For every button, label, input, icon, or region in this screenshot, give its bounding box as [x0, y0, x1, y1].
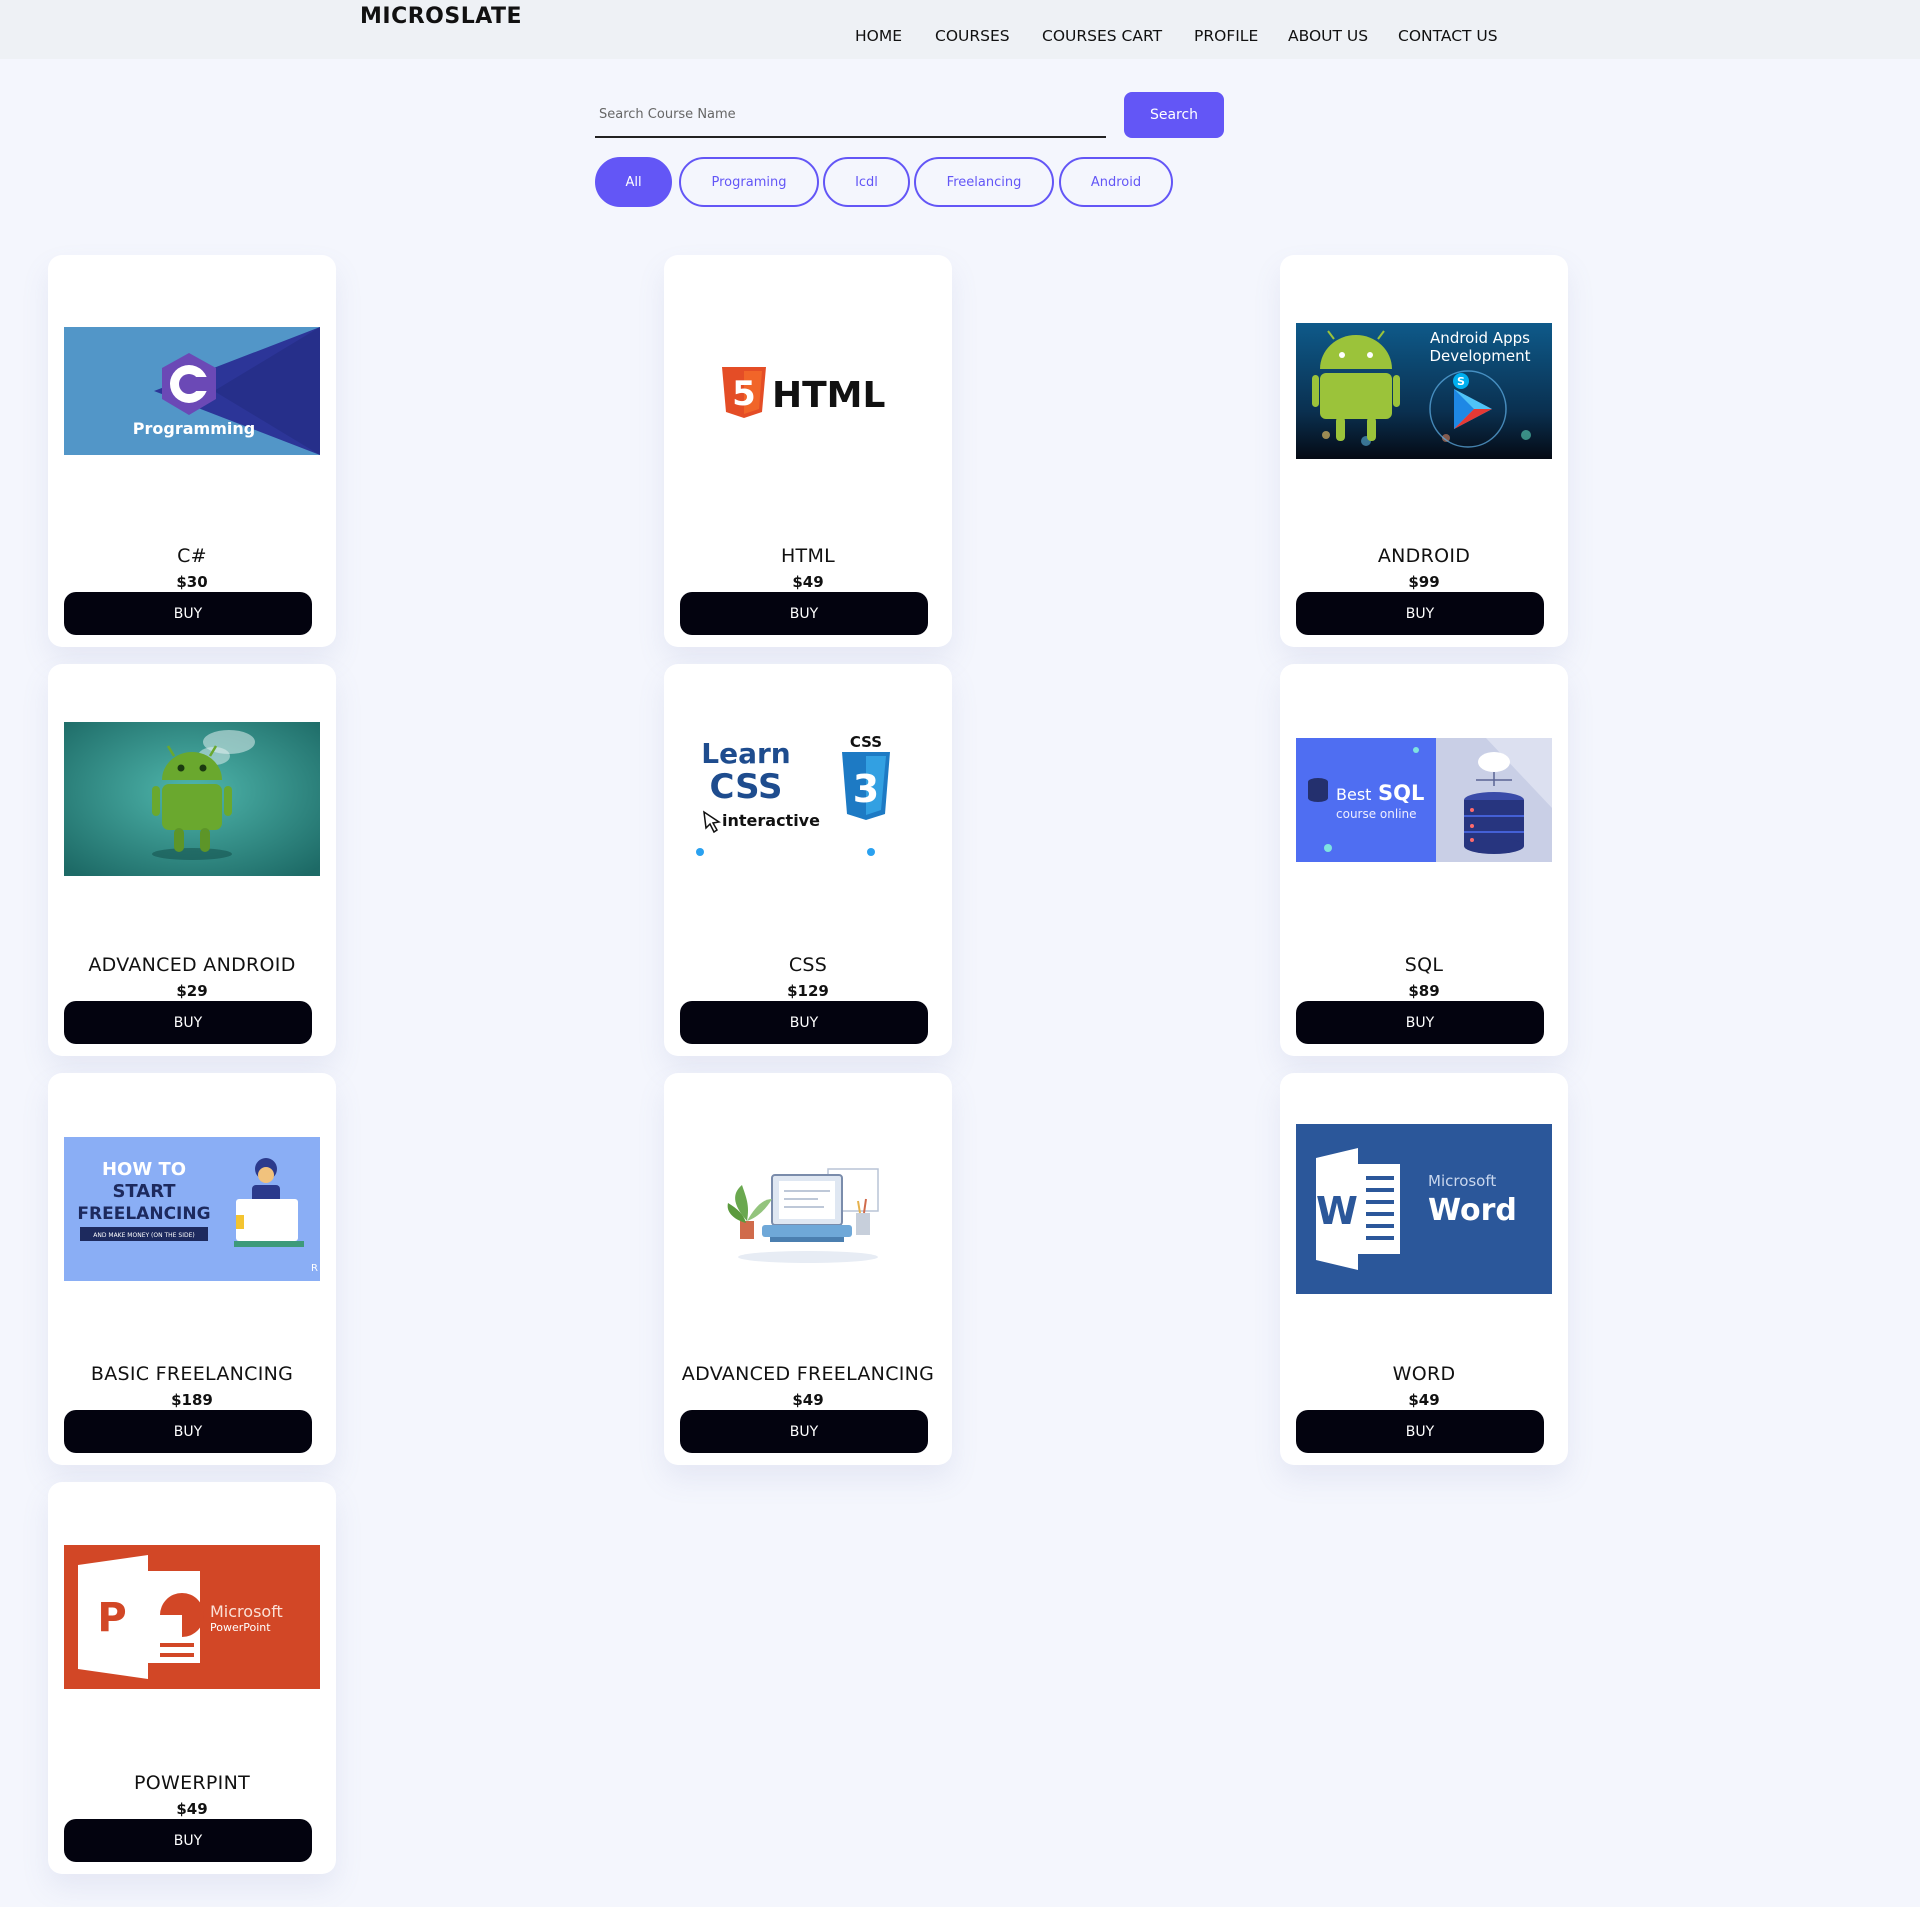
course-card-advanced-freelancing: ADVANCED FREELANCING $49 BUY — [664, 1073, 952, 1465]
course-card-basic-freelancing: HOW TO START FREELANCING AND MAKE MONEY … — [48, 1073, 336, 1465]
svg-text:HTML: HTML — [772, 375, 885, 416]
svg-text:interactive: interactive — [722, 811, 820, 830]
main-nav: HOME COURSES COURSES CART PROFILE ABOUT … — [0, 27, 1920, 49]
android-robot-image — [64, 722, 320, 876]
svg-text:START: START — [112, 1181, 176, 1202]
android-apps-development-image: S Android Apps Development — [1296, 323, 1552, 459]
nav-courses[interactable]: COURSES — [935, 27, 1010, 45]
best-sql-course-image: Best SQL course online — [1296, 738, 1552, 862]
course-price: $49 — [176, 1800, 208, 1818]
course-price: $99 — [1408, 573, 1440, 591]
svg-text:P: P — [97, 1595, 126, 1641]
course-price: $49 — [1408, 1391, 1440, 1409]
svg-text:HOW TO: HOW TO — [102, 1159, 186, 1180]
svg-text:Android Apps: Android Apps — [1430, 329, 1530, 347]
buy-button[interactable]: BUY — [64, 592, 312, 635]
course-title: SQL — [1404, 954, 1444, 976]
course-card-html: 5 HTML HTML $49 BUY — [664, 255, 952, 647]
svg-text:Word: Word — [1428, 1193, 1517, 1228]
svg-text:SQL: SQL — [1378, 781, 1424, 805]
svg-text:PowerPoint: PowerPoint — [210, 1621, 271, 1634]
course-card-sql: Best SQL course online SQL $89 BUY — [1280, 664, 1568, 1056]
microsoft-word-image: W Microsoft Word — [1296, 1124, 1552, 1294]
buy-button[interactable]: BUY — [680, 1410, 928, 1453]
course-price: $49 — [792, 573, 824, 591]
svg-text:S: S — [1457, 375, 1465, 388]
course-price: $89 — [1408, 982, 1440, 1000]
svg-text:Learn: Learn — [701, 737, 790, 770]
course-title: C# — [177, 545, 207, 567]
course-price: $129 — [787, 982, 829, 1000]
laptop-illustration-image — [680, 1145, 936, 1273]
buy-button[interactable]: BUY — [680, 592, 928, 635]
nav-courses-cart[interactable]: COURSES CART — [1042, 27, 1162, 45]
svg-text:Best: Best — [1336, 785, 1371, 804]
nav-home[interactable]: HOME — [855, 27, 902, 45]
svg-text:CSS: CSS — [850, 733, 882, 751]
filter-programing[interactable]: Programing — [679, 157, 819, 207]
buy-button[interactable]: BUY — [64, 1410, 312, 1453]
search-button[interactable]: Search — [1124, 92, 1224, 138]
course-title: ADVANCED ANDROID — [88, 954, 296, 976]
course-title: WORD — [1392, 1363, 1456, 1385]
svg-text:CSS: CSS — [709, 767, 782, 807]
svg-text:course online: course online — [1336, 807, 1417, 821]
course-card-csharp: Programming C# $30 BUY — [48, 255, 336, 647]
course-card-word: W Microsoft Word WORD $49 BUY — [1280, 1073, 1568, 1465]
course-card-advanced-android: ADVANCED ANDROID $29 BUY — [48, 664, 336, 1056]
microsoft-powerpoint-image: P Microsoft PowerPoint — [64, 1545, 320, 1689]
buy-button[interactable]: BUY — [1296, 592, 1544, 635]
svg-text:Development: Development — [1430, 347, 1531, 365]
svg-text:W: W — [1316, 1189, 1358, 1233]
course-title: ADVANCED FREELANCING — [681, 1363, 935, 1385]
buy-button[interactable]: BUY — [64, 1001, 312, 1044]
nav-profile[interactable]: PROFILE — [1194, 27, 1258, 45]
svg-text:R: R — [311, 1263, 318, 1274]
filter-android[interactable]: Android — [1059, 157, 1173, 207]
svg-text:Microsoft: Microsoft — [210, 1602, 283, 1621]
top-header: MICROSLATE HOME COURSES COURSES CART PRO… — [0, 0, 1920, 59]
csharp-programming-image: Programming — [64, 327, 320, 455]
brand-logo[interactable]: MICROSLATE — [360, 4, 522, 29]
buy-button[interactable]: BUY — [1296, 1410, 1544, 1453]
course-price: $29 — [176, 982, 208, 1000]
html5-logo-image: 5 HTML — [680, 327, 936, 455]
course-title: POWERPINT — [134, 1772, 250, 1794]
course-card-android: S Android Apps Development ANDROID $99 B… — [1280, 255, 1568, 647]
course-card-css: Learn CSS interactive CSS 3 CSS $129 BUY — [664, 664, 952, 1056]
course-price: $30 — [176, 573, 208, 591]
svg-text:3: 3 — [853, 767, 879, 811]
search-input[interactable] — [595, 92, 1106, 138]
nav-contact-us[interactable]: CONTACT US — [1398, 27, 1498, 45]
filter-icdl[interactable]: Icdl — [823, 157, 910, 207]
svg-text:Programming: Programming — [133, 419, 255, 438]
course-price: $189 — [171, 1391, 213, 1409]
svg-text:5: 5 — [732, 374, 756, 414]
how-to-start-freelancing-image: HOW TO START FREELANCING AND MAKE MONEY … — [64, 1137, 320, 1281]
course-title: HTML — [780, 545, 836, 567]
buy-button[interactable]: BUY — [1296, 1001, 1544, 1044]
search-bar — [595, 92, 1106, 140]
svg-text:AND MAKE MONEY (ON THE SIDE): AND MAKE MONEY (ON THE SIDE) — [93, 1232, 194, 1239]
course-price: $49 — [792, 1391, 824, 1409]
course-card-powerpoint: P Microsoft PowerPoint POWERPINT $49 BUY — [48, 1482, 336, 1874]
course-title: ANDROID — [1377, 545, 1471, 567]
filter-all[interactable]: All — [595, 157, 672, 207]
course-title: CSS — [788, 954, 828, 976]
svg-text:Microsoft: Microsoft — [1428, 1172, 1496, 1190]
buy-button[interactable]: BUY — [64, 1819, 312, 1862]
learn-css-image: Learn CSS interactive CSS 3 — [680, 728, 936, 868]
buy-button[interactable]: BUY — [680, 1001, 928, 1044]
svg-text:FREELANCING: FREELANCING — [77, 1204, 210, 1224]
filter-freelancing[interactable]: Freelancing — [914, 157, 1054, 207]
nav-about-us[interactable]: ABOUT US — [1288, 27, 1368, 45]
course-title: BASIC FREELANCING — [90, 1363, 294, 1385]
